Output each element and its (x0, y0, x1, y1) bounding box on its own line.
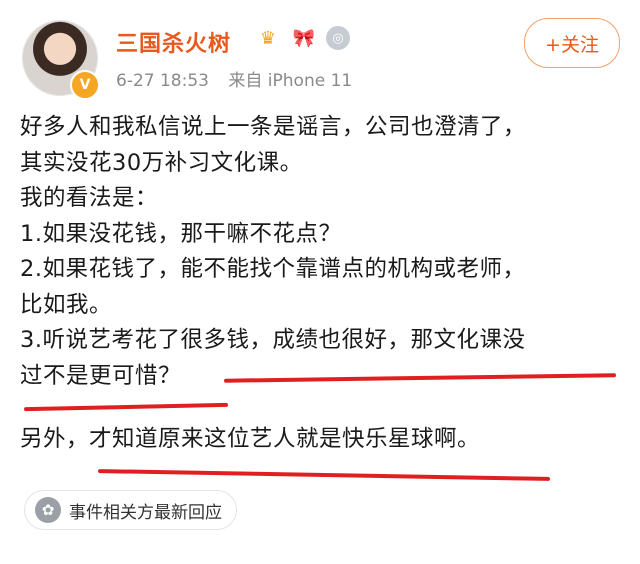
post-line: 比如我。 (20, 291, 113, 318)
event-response-chip[interactable]: ✿ 事件相关方最新回应 (24, 490, 237, 530)
post-extra-line: 另外，才知道原来这位艺人就是快乐星球啊。 (20, 426, 481, 452)
post-line: 1.如果没花钱，那干嘛不花点？ (20, 220, 342, 247)
follow-button[interactable]: +关注 (524, 18, 620, 68)
post-line: 好多人和我私信说上一条是谣言，公司也澄清了， (20, 114, 527, 140)
post-source: 来自 iPhone 11 (228, 71, 353, 91)
ribbon-icon[interactable]: 🎀 (290, 24, 318, 52)
post-line: 其实没花30万补习文化课。 (20, 149, 303, 176)
post-date: 6-27 18:53 (116, 71, 209, 91)
user-badges: ♛ 🎀 ◎ (254, 24, 350, 52)
post-meta: 6-27 18:53 来自 iPhone 11 (116, 66, 366, 91)
flower-icon: ✿ (35, 497, 61, 523)
post-line: 3.听说艺考花了很多钱，成绩也很好，那文化课没 (20, 327, 526, 353)
crown-icon[interactable]: ♛ (254, 24, 282, 52)
medal-icon[interactable]: ◎ (326, 26, 350, 50)
post-line: 2.如果花钱了，能不能找个靠谱点的机构或老师， (20, 256, 526, 282)
author-name[interactable]: 三国杀火树 (116, 26, 231, 58)
post-line: 我的看法是： (20, 185, 159, 211)
red-underline (97, 469, 551, 481)
verified-badge-icon: V (70, 70, 100, 100)
event-response-label: 事件相关方最新回应 (69, 502, 222, 523)
